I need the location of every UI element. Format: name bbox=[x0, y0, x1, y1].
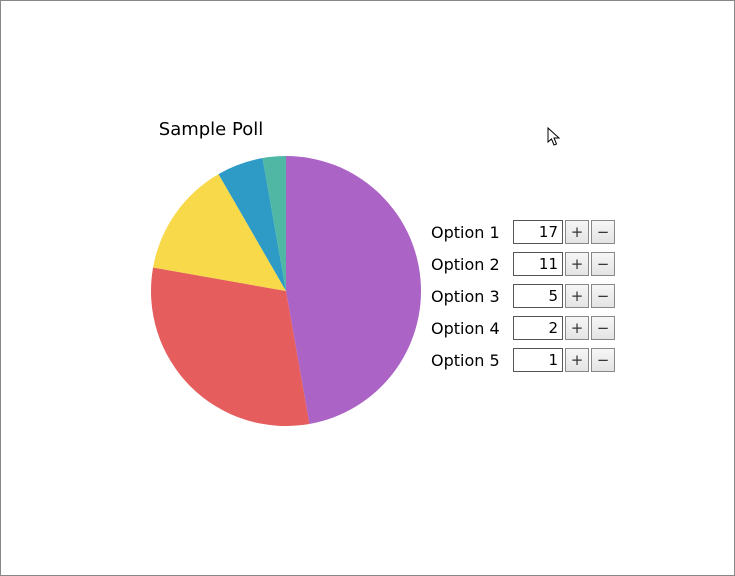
row-label: Option 1 bbox=[431, 223, 513, 242]
row-label: Option 4 bbox=[431, 319, 513, 338]
row-option-5: Option 5 1 + − bbox=[431, 347, 615, 373]
row-option-4: Option 4 2 + − bbox=[431, 315, 615, 341]
poll-controls: Option 1 17 + − Option 2 11 + − Option 3… bbox=[431, 219, 615, 373]
pie-chart bbox=[151, 156, 421, 426]
value-input[interactable]: 5 bbox=[513, 284, 563, 308]
increment-button[interactable]: + bbox=[565, 316, 589, 340]
increment-button[interactable]: + bbox=[565, 348, 589, 372]
decrement-button[interactable]: − bbox=[591, 348, 615, 372]
decrement-button[interactable]: − bbox=[591, 220, 615, 244]
pie-slice-1 bbox=[286, 156, 421, 424]
row-option-3: Option 3 5 + − bbox=[431, 283, 615, 309]
value-input[interactable]: 17 bbox=[513, 220, 563, 244]
increment-button[interactable]: + bbox=[565, 220, 589, 244]
pie-slice-2 bbox=[151, 268, 309, 426]
row-label: Option 3 bbox=[431, 287, 513, 306]
decrement-button[interactable]: − bbox=[591, 284, 615, 308]
row-option-2: Option 2 11 + − bbox=[431, 251, 615, 277]
row-label: Option 5 bbox=[431, 351, 513, 370]
row-option-1: Option 1 17 + − bbox=[431, 219, 615, 245]
value-input[interactable]: 1 bbox=[513, 348, 563, 372]
row-label: Option 2 bbox=[431, 255, 513, 274]
increment-button[interactable]: + bbox=[565, 284, 589, 308]
decrement-button[interactable]: − bbox=[591, 316, 615, 340]
increment-button[interactable]: + bbox=[565, 252, 589, 276]
value-input[interactable]: 11 bbox=[513, 252, 563, 276]
value-input[interactable]: 2 bbox=[513, 316, 563, 340]
mouse-cursor-icon bbox=[547, 127, 563, 147]
decrement-button[interactable]: − bbox=[591, 252, 615, 276]
chart-title: Sample Poll bbox=[1, 119, 421, 140]
